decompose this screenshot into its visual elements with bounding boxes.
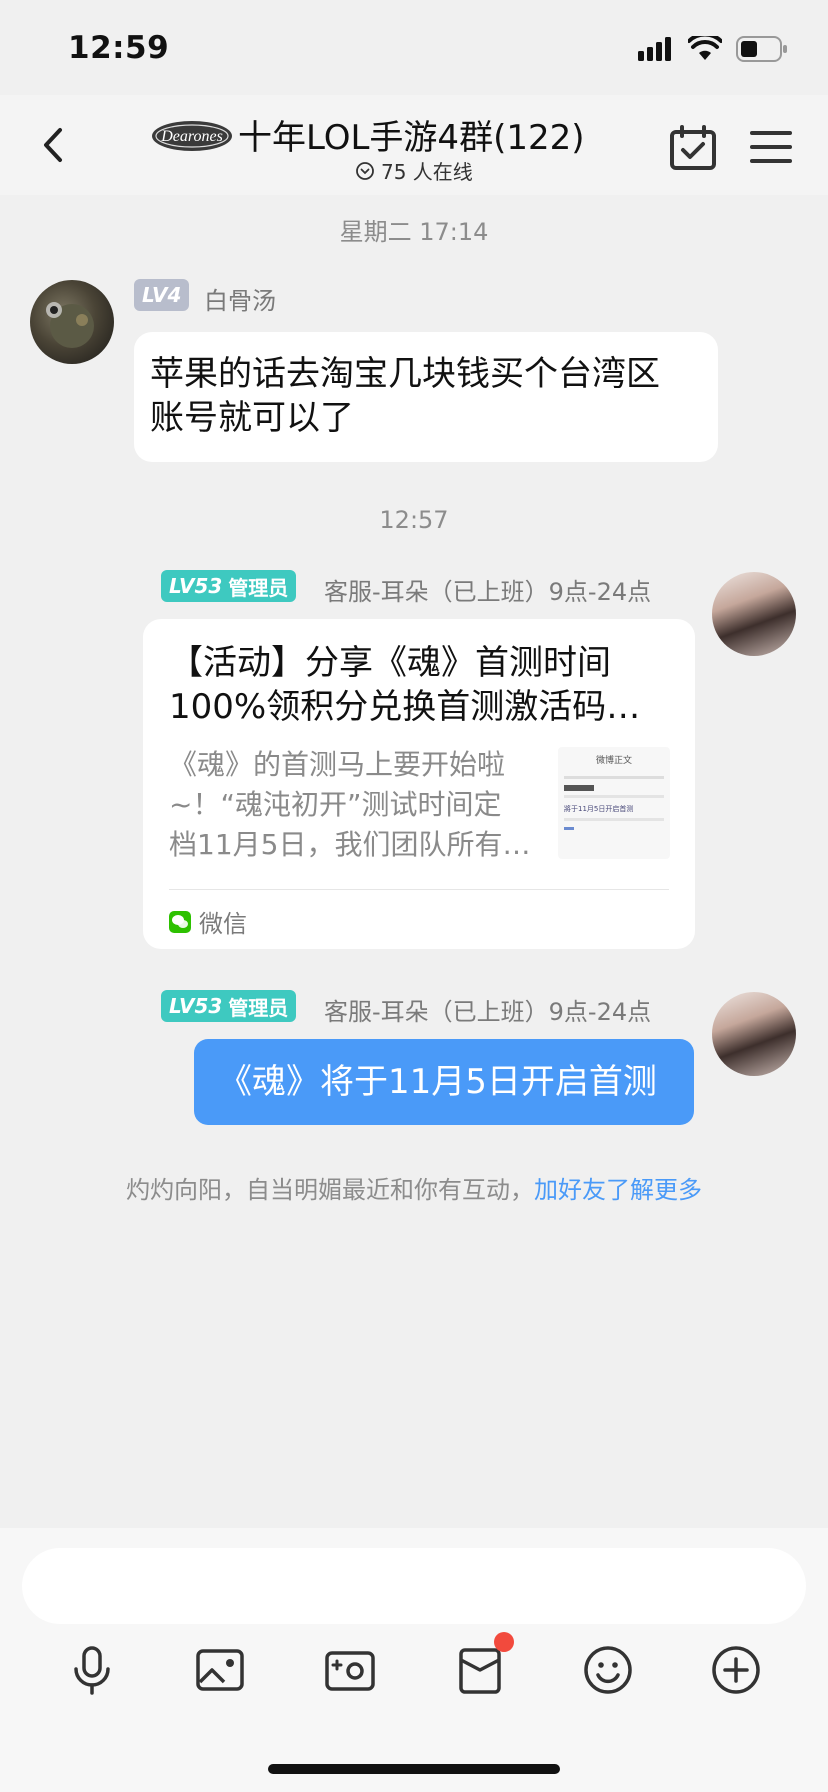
picture-icon[interactable] bbox=[192, 1642, 248, 1698]
home-indicator[interactable] bbox=[268, 1764, 560, 1774]
message-text-line: 账号就可以了 bbox=[150, 398, 354, 438]
menu-icon[interactable] bbox=[750, 128, 792, 166]
group-logo: Dearones bbox=[152, 121, 232, 151]
card-source-label: 微信 bbox=[199, 910, 247, 938]
avatar[interactable] bbox=[30, 280, 114, 364]
avatar-image bbox=[46, 302, 94, 348]
card-thumbnail: 微博正文 將于11月5日开启首测 bbox=[558, 747, 670, 859]
back-icon[interactable] bbox=[30, 120, 80, 170]
card-source: 微信 bbox=[169, 904, 247, 939]
message-input[interactable] bbox=[22, 1548, 806, 1624]
add-friend-link[interactable]: 加好友了解更多 bbox=[534, 1176, 702, 1204]
sender-name[interactable]: 白骨汤 bbox=[204, 281, 276, 316]
online-label: 75 人在线 bbox=[381, 160, 473, 184]
notice-text: 灼灼向阳，自当明媚最近和你有互动， bbox=[126, 1176, 534, 1204]
level-badge: LV53 管理员 bbox=[161, 990, 297, 1022]
avatar[interactable] bbox=[712, 572, 796, 656]
emoji-icon[interactable] bbox=[580, 1642, 636, 1698]
card-divider bbox=[169, 889, 669, 890]
thumb-header: 微博正文 bbox=[595, 756, 632, 766]
role-label: 管理员 bbox=[228, 575, 289, 600]
chevron-down-circle-icon bbox=[356, 161, 374, 180]
status-time: 12:59 bbox=[68, 30, 170, 66]
message-text-line: 苹果的话去淘宝几块钱买个台湾区 bbox=[150, 354, 660, 394]
group-title[interactable]: 十年LOL手游4群(122) bbox=[238, 110, 585, 159]
thumb-line: 將于11月5日开启首测 bbox=[564, 805, 634, 813]
wechat-icon bbox=[169, 910, 191, 933]
signal-icon bbox=[638, 37, 671, 61]
level-badge: LV53 管理员 bbox=[161, 570, 297, 602]
battery-icon bbox=[736, 36, 787, 62]
message-text: 《魂》将于11月5日开启首测 bbox=[218, 1062, 657, 1102]
message-bubble[interactable]: 《魂》将于11月5日开启首测 bbox=[194, 1039, 694, 1125]
level-label: LV53 bbox=[169, 574, 223, 598]
svg-text:Dearones: Dearones bbox=[160, 128, 223, 145]
notification-dot bbox=[494, 1632, 514, 1652]
card-desc-line: 《魂》的首测马上要开始啦 bbox=[169, 748, 506, 781]
level-badge: LV4 bbox=[134, 279, 190, 311]
message-timestamp: 星期二 17:14 bbox=[339, 218, 489, 246]
sender-name[interactable]: 客服-耳朵（已上班）9点-24点 bbox=[324, 572, 651, 607]
card-title-line: 100%领积分兑换首测激活码… bbox=[169, 687, 641, 727]
camera-icon[interactable] bbox=[322, 1642, 378, 1698]
level-label: LV53 bbox=[169, 994, 223, 1018]
friend-notice: 灼灼向阳，自当明媚最近和你有互动，加好友了解更多 bbox=[0, 1170, 828, 1205]
microphone-icon[interactable] bbox=[64, 1642, 120, 1698]
plus-icon[interactable] bbox=[708, 1642, 764, 1698]
card-title-line: 【活动】分享《魂》首测时间 bbox=[169, 643, 611, 683]
calendar-check-icon[interactable] bbox=[668, 124, 718, 172]
message-bubble[interactable]: 苹果的话去淘宝几块钱买个台湾区 账号就可以了 bbox=[134, 332, 718, 462]
online-count[interactable]: 75 人在线 bbox=[355, 156, 473, 185]
avatar[interactable] bbox=[712, 992, 796, 1076]
sender-name[interactable]: 客服-耳朵（已上班）9点-24点 bbox=[324, 992, 651, 1027]
share-card[interactable]: 【活动】分享《魂》首测时间 100%领积分兑换首测激活码… 《魂》的首测马上要开… bbox=[143, 619, 695, 949]
status-icons bbox=[638, 36, 788, 62]
card-desc-line: ~！“魂沌初开”测试时间定 bbox=[169, 788, 502, 821]
wifi-icon bbox=[688, 36, 722, 60]
message-timestamp: 12:57 bbox=[379, 506, 449, 534]
card-desc-line: 档11月5日，我们团队所有… bbox=[169, 828, 531, 861]
role-label: 管理员 bbox=[228, 995, 289, 1020]
